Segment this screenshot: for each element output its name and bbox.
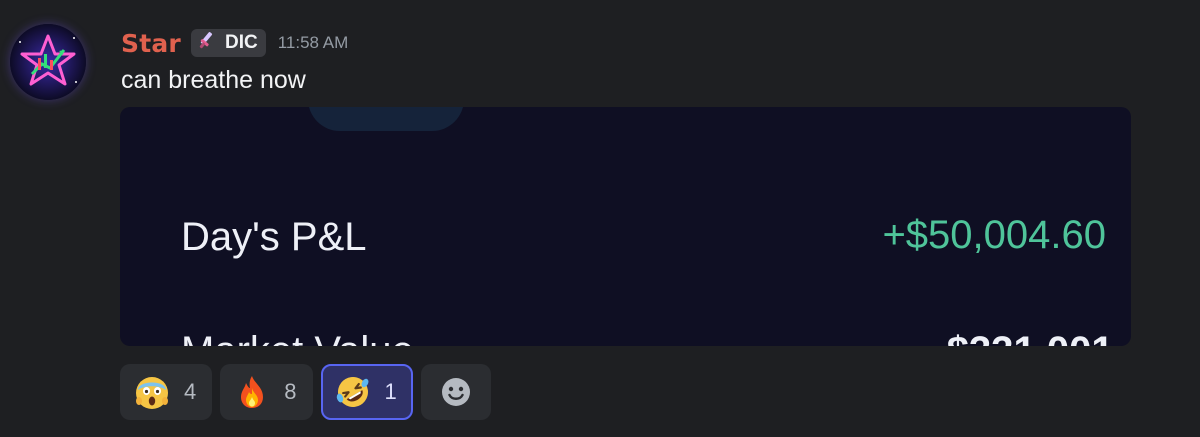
- reaction-rofl[interactable]: 1: [320, 364, 413, 420]
- market-value-label: Market Value: [181, 329, 414, 346]
- role-tag-label: DIC: [224, 32, 258, 53]
- avatar[interactable]: [10, 24, 86, 100]
- days-pl-value: +$50,004.60: [882, 213, 1106, 257]
- image-attachment[interactable]: Day's P&L +$50,004.60 Market Value $331,…: [120, 107, 1131, 346]
- sword-icon: [199, 32, 213, 49]
- reaction-screaming[interactable]: 4: [120, 364, 213, 420]
- chat-message: Star DIC 11:58 AM can breathe now Day's …: [0, 0, 1200, 437]
- days-pl-label: Day's P&L: [181, 215, 367, 259]
- star-chart-logo-icon: [10, 24, 86, 100]
- fire-icon: [241, 376, 264, 408]
- reaction-count: 4: [184, 379, 197, 404]
- screaming-face-icon: [136, 377, 168, 409]
- rolling-laughing-face-icon: [336, 377, 368, 407]
- reactions-bar: 4 8 1: [120, 364, 491, 420]
- top-pill-shape: [308, 107, 464, 131]
- reaction-fire[interactable]: 8: [220, 364, 313, 420]
- add-reaction-icon: [441, 378, 470, 406]
- timestamp[interactable]: 11:58 AM: [278, 33, 349, 53]
- message-header: Star DIC 11:58 AM: [121, 28, 348, 58]
- add-reaction-button[interactable]: [420, 364, 491, 420]
- username[interactable]: Star: [121, 29, 181, 58]
- market-value-value: $331,001.4: [947, 329, 1131, 346]
- reaction-count: 1: [384, 379, 397, 404]
- message-text: can breathe now: [121, 66, 306, 94]
- reaction-count: 8: [284, 379, 297, 404]
- role-tag[interactable]: DIC: [190, 29, 266, 57]
